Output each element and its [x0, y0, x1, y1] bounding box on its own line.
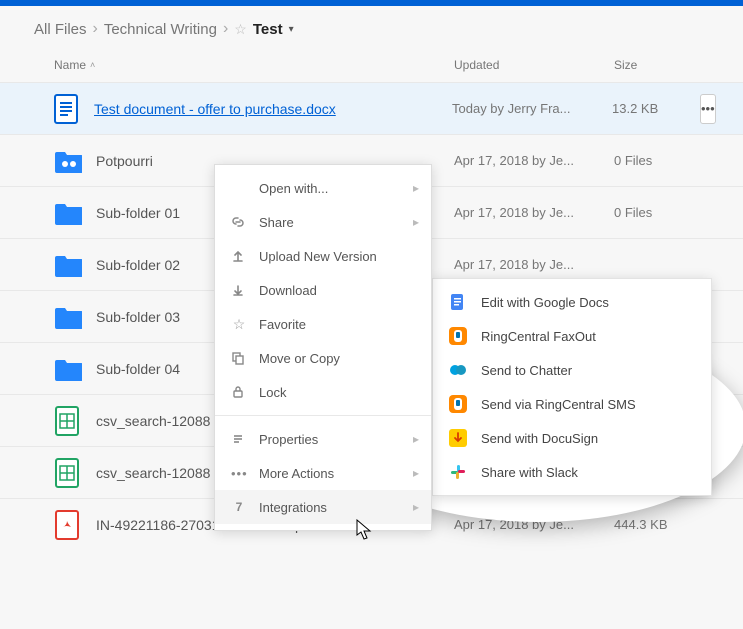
file-type-icon — [54, 147, 82, 175]
file-name[interactable]: Test document - offer to purchase.docx — [94, 101, 452, 117]
integration-share-with-slack[interactable]: Share with Slack — [433, 455, 711, 489]
integration-send-with-docusign[interactable]: Send with DocuSign — [433, 421, 711, 455]
column-name[interactable]: Name — [54, 58, 86, 72]
menu-open-with[interactable]: Open with... ▸ — [215, 171, 431, 205]
context-menu: Open with... ▸ Share ▸ Upload New Version Dow… — [214, 164, 432, 531]
file-updated: Today by Jerry Fra... — [452, 101, 612, 116]
menu-label: Open with... — [259, 181, 328, 196]
chevron-right-icon: › — [223, 20, 228, 38]
count7-icon: 7 — [231, 500, 247, 514]
menu-label: Share — [259, 215, 294, 230]
file-updated: Apr 17, 2018 by Je... — [454, 153, 614, 168]
file-type-icon — [54, 199, 82, 227]
file-type-icon — [54, 459, 82, 487]
list-icon — [231, 432, 247, 446]
file-updated: Apr 17, 2018 by Je... — [454, 205, 614, 220]
star-icon[interactable]: ☆ — [234, 21, 247, 38]
column-size[interactable]: Size — [614, 58, 694, 72]
slack-icon — [449, 463, 467, 481]
breadcrumb-current[interactable]: Test — [253, 21, 283, 38]
ring-icon — [449, 327, 467, 345]
breadcrumb: All Files › Technical Writing › ☆ Test ▾ — [0, 6, 743, 52]
star-icon: ☆ — [231, 316, 247, 333]
caret-down-icon[interactable]: ▾ — [289, 24, 294, 35]
menu-label: Lock — [259, 385, 286, 400]
menu-move-or-copy[interactable]: Move or Copy — [215, 341, 431, 375]
file-size: 0 Files — [614, 153, 694, 168]
menu-label: Download — [259, 283, 317, 298]
integration-send-via-ringcentral-sms[interactable]: Send via RingCentral SMS — [433, 387, 711, 421]
sort-asc-icon: ˄ — [90, 60, 95, 70]
file-size: 0 Files — [614, 205, 694, 220]
dots-icon: ••• — [231, 466, 247, 481]
file-type-icon — [54, 511, 82, 539]
file-type-icon — [54, 303, 82, 331]
column-updated[interactable]: Updated — [454, 58, 614, 72]
menu-share[interactable]: Share ▸ — [215, 205, 431, 239]
more-actions-button[interactable]: ••• — [700, 94, 716, 124]
copy-icon — [231, 351, 247, 365]
file-size: 444.3 KB — [614, 517, 694, 532]
lock-icon — [231, 385, 247, 399]
chevron-right-icon: ▸ — [413, 466, 419, 480]
integration-label: Send with DocuSign — [481, 431, 598, 446]
chevron-right-icon: ▸ — [413, 215, 419, 229]
integrations-submenu: Edit with Google Docs RingCentral FaxOut S… — [432, 278, 712, 496]
menu-lock[interactable]: Lock — [215, 375, 431, 409]
menu-label: Properties — [259, 432, 318, 447]
integration-edit-with-google-docs[interactable]: Edit with Google Docs — [433, 285, 711, 319]
chevron-right-icon: ▸ — [413, 500, 419, 514]
integration-label: Send to Chatter — [481, 363, 572, 378]
chevron-right-icon: › — [93, 20, 98, 38]
file-type-icon — [54, 251, 82, 279]
integration-label: RingCentral FaxOut — [481, 329, 596, 344]
menu-download[interactable]: Download — [215, 273, 431, 307]
integration-ringcentral-faxout[interactable]: RingCentral FaxOut — [433, 319, 711, 353]
menu-label: Move or Copy — [259, 351, 340, 366]
column-headers: Name ˄ Updated Size — [0, 52, 743, 82]
ring-icon — [449, 395, 467, 413]
docusign-icon — [449, 429, 467, 447]
chatter-icon — [449, 361, 467, 379]
integration-label: Share with Slack — [481, 465, 578, 480]
menu-more-actions[interactable]: ••• More Actions ▸ — [215, 456, 431, 490]
integration-label: Send via RingCentral SMS — [481, 397, 636, 412]
link-icon — [231, 215, 247, 229]
menu-label: Integrations — [259, 500, 327, 515]
file-type-icon — [54, 95, 80, 123]
breadcrumb-root[interactable]: All Files — [34, 21, 87, 38]
integration-label: Edit with Google Docs — [481, 295, 609, 310]
menu-upload-new-version[interactable]: Upload New Version — [215, 239, 431, 273]
breadcrumb-folder[interactable]: Technical Writing — [104, 21, 217, 38]
file-size: 13.2 KB — [612, 101, 692, 116]
menu-integrations[interactable]: 7 Integrations ▸ — [215, 490, 431, 524]
menu-label: More Actions — [259, 466, 334, 481]
chevron-right-icon: ▸ — [413, 432, 419, 446]
menu-label: Upload New Version — [259, 249, 377, 264]
gdoc-icon — [449, 293, 467, 311]
chevron-right-icon: ▸ — [413, 181, 419, 195]
integration-send-to-chatter[interactable]: Send to Chatter — [433, 353, 711, 387]
menu-label: Favorite — [259, 317, 306, 332]
download-icon — [231, 283, 247, 297]
file-updated: Apr 17, 2018 by Je... — [454, 257, 614, 272]
upload-icon — [231, 249, 247, 263]
file-type-icon — [54, 355, 82, 383]
file-row[interactable]: Test document - offer to purchase.docxTo… — [0, 82, 743, 134]
menu-properties[interactable]: Properties ▸ — [215, 422, 431, 456]
menu-favorite[interactable]: ☆ Favorite — [215, 307, 431, 341]
file-type-icon — [54, 407, 82, 435]
